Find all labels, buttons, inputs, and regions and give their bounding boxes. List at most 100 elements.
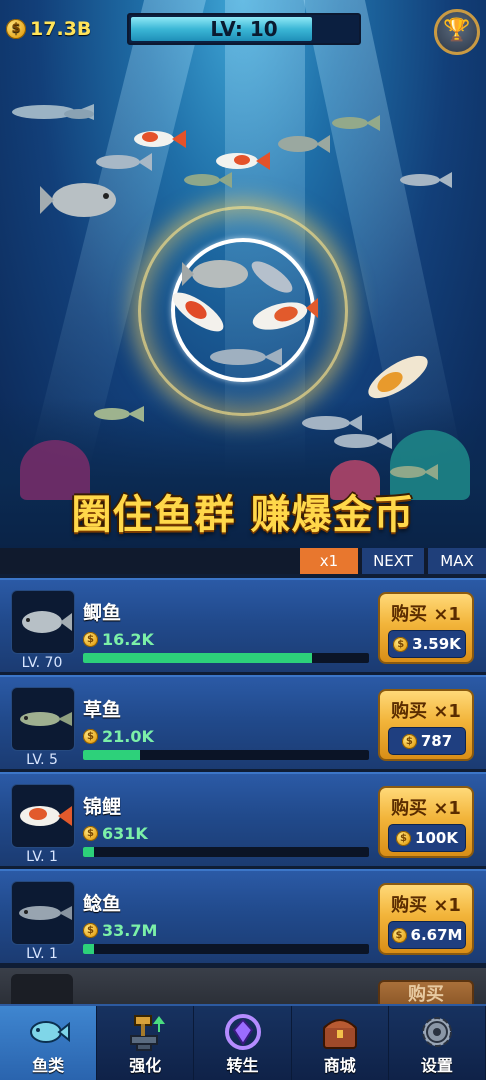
tab-upgrade[interactable]: 强化 xyxy=(97,1006,195,1080)
fish-progress-bar xyxy=(83,944,369,954)
income-value: 16.2K xyxy=(102,630,154,649)
income-value: 33.7M xyxy=(102,921,158,940)
fish-thumbnail xyxy=(11,881,75,945)
level-label: LV: 10 xyxy=(210,17,278,41)
price-value: 100K xyxy=(415,829,458,847)
price-value: 6.67M xyxy=(410,926,463,944)
fish-sprite xyxy=(210,348,282,366)
carp-sprite xyxy=(40,183,116,217)
coin-icon: $ xyxy=(83,729,98,744)
fish-sprite xyxy=(278,135,330,153)
fish-sprite xyxy=(12,104,94,120)
price-value: 787 xyxy=(420,732,453,750)
buy-label: 购买 ×1 xyxy=(391,604,461,625)
koi-sprite xyxy=(368,355,428,399)
fish-income: $21.0K xyxy=(83,727,154,746)
fish-sprite xyxy=(96,153,152,171)
coin-icon: $ xyxy=(83,826,98,841)
fish-thumbnail xyxy=(11,784,75,848)
coin-icon: $ xyxy=(396,830,412,846)
tab-rebirth[interactable]: 转生 xyxy=(194,1006,292,1080)
bottom-nav: 鱼类 强化 转生 商城 设置 xyxy=(0,1004,486,1080)
fish-row-crucian: LV. 70 鲫鱼 $16.2K 购买 ×1 $3.59K xyxy=(0,578,486,672)
fish-name: 草鱼 xyxy=(83,699,122,721)
catfish-icon xyxy=(19,906,72,920)
tab-label: 转生 xyxy=(226,1056,259,1075)
buy-button[interactable]: 购买 ×1 $6.67M xyxy=(378,883,474,955)
coin-icon: $ xyxy=(83,923,98,938)
coin-icon: $ xyxy=(6,19,26,39)
locked-thumbnail xyxy=(11,974,73,1008)
koi-sprite xyxy=(134,130,186,148)
fish-income: $16.2K xyxy=(83,630,154,649)
fish-sprite xyxy=(334,433,392,449)
fish-progress-bar xyxy=(83,653,369,663)
fish-thumbnail xyxy=(11,590,75,654)
coin-icon: $ xyxy=(391,927,407,943)
tab-label: 鱼类 xyxy=(32,1056,65,1075)
fish-thumbnail xyxy=(11,687,75,751)
tab-fish[interactable]: 鱼类 xyxy=(0,1006,98,1080)
income-value: 21.0K xyxy=(102,727,154,746)
multiplier-max-button[interactable]: MAX xyxy=(428,548,486,574)
trophy-icon: 🏆 xyxy=(443,18,471,43)
fish-sprite xyxy=(184,172,232,188)
coin-icon: $ xyxy=(401,733,417,749)
buy-button[interactable]: 购买 ×1 $3.59K xyxy=(378,592,474,664)
fish-sprite xyxy=(94,406,144,422)
anvil-hammer-icon xyxy=(130,1015,166,1051)
income-value: 631K xyxy=(102,824,148,843)
koi-sprite xyxy=(252,298,318,330)
fish-sprite xyxy=(400,172,452,188)
fish-sprite xyxy=(332,115,380,131)
fish-row-catfish: LV. 1 鲶鱼 $33.7M 购买 ×1 $6.67M xyxy=(0,869,486,963)
level-bar: LV: 10 xyxy=(127,13,361,45)
coin-icon: $ xyxy=(393,636,409,652)
koi-sprite xyxy=(172,292,224,332)
crucian-fish-icon xyxy=(22,611,72,633)
multiplier-next-button[interactable]: NEXT xyxy=(362,548,424,574)
gold-amount: 17.3B xyxy=(30,18,92,40)
buy-button[interactable]: 购买 ×1 $787 xyxy=(378,689,474,761)
fish-level: LV. 1 xyxy=(26,849,58,865)
gold-counter: $ 17.3B xyxy=(6,18,91,40)
promo-headline: 圈住鱼群 赚爆金币 xyxy=(71,492,415,538)
buy-price: $100K xyxy=(388,824,466,852)
tab-settings[interactable]: 设置 xyxy=(389,1006,486,1080)
tab-label: 强化 xyxy=(129,1056,162,1075)
fish-row-koi: LV. 1 锦鲤 $631K 购买 ×1 $100K xyxy=(0,772,486,866)
fish-progress-bar xyxy=(83,847,369,857)
ocean-scene: 圈住鱼群 赚爆金币 xyxy=(0,0,486,548)
fish-sprite xyxy=(390,464,438,480)
rebirth-crystal-icon xyxy=(224,1014,261,1050)
fish-row-locked: 购买 xyxy=(0,968,486,1008)
fish-sprite xyxy=(251,261,293,293)
fish-name: 鲶鱼 xyxy=(83,893,122,915)
treasure-chest-icon xyxy=(322,1019,357,1049)
fish-income: $631K xyxy=(83,824,148,843)
buy-price: $787 xyxy=(388,727,466,755)
fish-name: 鲫鱼 xyxy=(83,602,122,624)
tab-label: 设置 xyxy=(420,1056,453,1075)
multiplier-x1-button[interactable]: x1 xyxy=(300,548,358,574)
fish-progress-fill xyxy=(83,750,141,760)
grass-carp-icon xyxy=(20,712,72,726)
fish-level: LV. 70 xyxy=(21,655,63,671)
trophy-button[interactable]: 🏆 xyxy=(434,9,480,55)
buy-button[interactable]: 购买 ×1 $100K xyxy=(378,786,474,858)
fish-progress-fill xyxy=(83,944,95,954)
buy-label: 购买 ×1 xyxy=(391,701,461,722)
price-value: 3.59K xyxy=(412,635,461,653)
buy-price: $3.59K xyxy=(388,630,466,658)
fish-level: LV. 1 xyxy=(26,946,58,962)
buy-price: $6.67M xyxy=(388,921,466,949)
fish-level: LV. 5 xyxy=(26,752,58,768)
tab-shop[interactable]: 商城 xyxy=(292,1006,389,1080)
buy-label: 购买 ×1 xyxy=(391,895,461,916)
fish-row-grass-carp: LV. 5 草鱼 $21.0K 购买 ×1 $787 xyxy=(0,675,486,769)
fish-progress-fill xyxy=(83,847,95,857)
coin-icon: $ xyxy=(83,632,98,647)
fish-icon xyxy=(30,1021,71,1043)
fish-name: 锦鲤 xyxy=(83,796,122,818)
tab-label: 商城 xyxy=(323,1056,356,1075)
